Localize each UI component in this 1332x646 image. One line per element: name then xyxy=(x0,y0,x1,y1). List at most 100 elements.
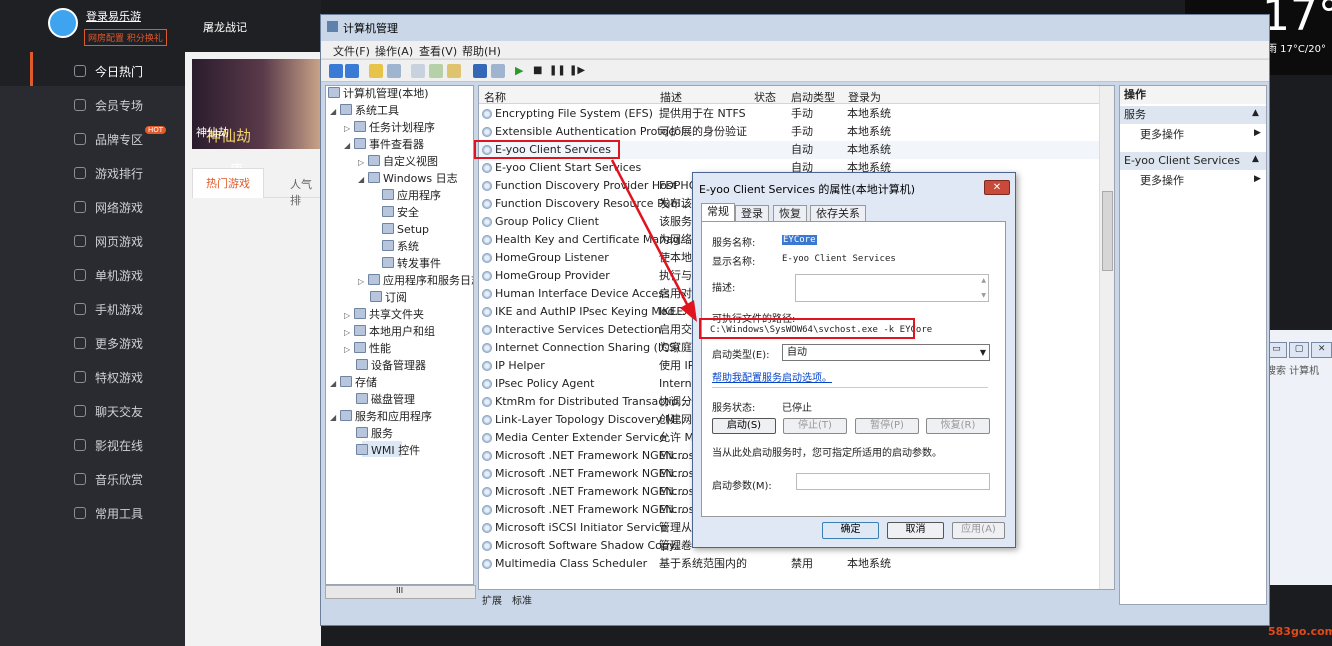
actions-group-eyoo[interactable]: E-yoo Client Services xyxy=(1120,152,1266,170)
tree-item-app-service-logs[interactable]: ▷ 应用程序和服务日志 xyxy=(358,273,473,290)
menu-view[interactable]: 查看(V) xyxy=(419,43,457,59)
tree-item-setup-log[interactable]: Setup xyxy=(382,222,429,238)
collapse-icon[interactable]: ◢ xyxy=(330,376,340,392)
nav-item-mobile-games[interactable]: 手机游戏 xyxy=(0,290,185,324)
help-icon[interactable] xyxy=(473,64,487,78)
back-icon[interactable] xyxy=(329,64,343,78)
pause-button[interactable]: 暂停(P) xyxy=(855,418,919,434)
start-params-input[interactable] xyxy=(796,473,990,490)
collapse-icon[interactable]: ◢ xyxy=(358,172,368,188)
tab-hot-games[interactable]: 热门游戏 xyxy=(192,168,264,198)
help-config-link[interactable]: 帮助我配置服务启动选项。 xyxy=(712,369,832,384)
dialog-close-button[interactable]: ✕ xyxy=(984,180,1010,195)
bg-search-field[interactable]: 搜索 计算机 xyxy=(1266,362,1319,377)
ok-button[interactable]: 确定 xyxy=(822,522,879,539)
tree-item-security-log[interactable]: 安全 xyxy=(382,205,419,221)
close-icon[interactable]: ✕ xyxy=(1311,342,1332,358)
nav-item-web-games[interactable]: 网页游戏 xyxy=(0,222,185,256)
view-icon[interactable] xyxy=(491,64,505,78)
nav-item-member[interactable]: 会员专场 xyxy=(0,86,185,120)
menu-action[interactable]: 操作(A) xyxy=(375,43,413,59)
more-actions-services[interactable]: 更多操作 xyxy=(1140,126,1260,144)
stop-button[interactable]: 停止(T) xyxy=(783,418,847,434)
collapse-icon[interactable]: ◢ xyxy=(330,410,340,426)
more-actions-eyoo[interactable]: 更多操作 xyxy=(1140,172,1260,190)
table-row[interactable]: Extensible Authentication Protocol 可扩展的身份… xyxy=(479,123,1099,141)
stop-icon[interactable]: ■ xyxy=(533,64,547,78)
promo-badge[interactable]: 网房配置 积分换礼 xyxy=(84,29,167,46)
description-box[interactable]: ▲ ▼ xyxy=(795,274,989,302)
tab-popular[interactable]: 人气排 xyxy=(290,176,321,208)
col-logon[interactable]: 登录为 xyxy=(848,89,881,105)
actions-group-services[interactable]: 服务 xyxy=(1120,106,1266,124)
collapse-icon[interactable]: ◢ xyxy=(344,138,354,154)
tab-recovery[interactable]: 恢复 xyxy=(773,205,807,222)
login-link[interactable]: 登录易乐游 xyxy=(86,8,141,24)
expand-icon[interactable]: ▷ xyxy=(344,325,354,341)
tree-item-services[interactable]: 服务 xyxy=(356,426,393,442)
tree-item-system-log[interactable]: 系统 xyxy=(382,239,419,255)
list-vertical-scrollbar[interactable] xyxy=(1099,86,1114,589)
current-tab-title[interactable]: 屠龙战记 xyxy=(203,19,247,35)
col-name[interactable]: 名称 xyxy=(484,89,506,105)
scroll-down-icon[interactable]: ▼ xyxy=(981,292,986,299)
collapse-up-icon[interactable]: ▲ xyxy=(1252,154,1259,164)
tree-item-performance[interactable]: ▷ 性能 xyxy=(344,341,391,357)
nav-item-chat[interactable]: 聊天交友 xyxy=(0,392,185,426)
avatar[interactable] xyxy=(48,8,78,38)
tree-item-windows-logs[interactable]: ◢ Windows 日志 xyxy=(358,171,458,187)
properties-icon[interactable] xyxy=(411,64,425,78)
display-name-value[interactable]: E-yoo Client Services xyxy=(782,254,896,264)
up-folder-icon[interactable] xyxy=(369,64,383,78)
expand-icon[interactable]: ▷ xyxy=(344,342,354,358)
nav-item-video[interactable]: 影视在线 xyxy=(0,426,185,460)
tree-item-wmi[interactable]: WMI 控件 xyxy=(356,443,420,459)
table-row[interactable]: Encrypting File System (EFS) 提供用于在 NTFS .… xyxy=(479,105,1099,123)
tree-horizontal-scrollbar[interactable]: III xyxy=(325,585,476,599)
pause-icon[interactable]: ❚❚ xyxy=(549,64,566,78)
tree-item-services-apps[interactable]: ◢ 服务和应用程序 xyxy=(330,409,432,425)
tree-item-subscriptions[interactable]: 订阅 xyxy=(370,290,407,306)
menu-file[interactable]: 文件(F) xyxy=(333,43,370,59)
play-icon[interactable]: ▶ xyxy=(515,64,529,78)
nav-item-single-games[interactable]: 单机游戏 xyxy=(0,256,185,290)
tab-extended[interactable]: 扩展 xyxy=(482,592,502,607)
tree-item-forwarded-events[interactable]: 转发事件 xyxy=(382,256,441,272)
tree-item-storage[interactable]: ◢ 存储 xyxy=(330,375,377,391)
col-desc[interactable]: 描述 xyxy=(660,89,682,105)
forward-icon[interactable] xyxy=(345,64,359,78)
tree-item-device-manager[interactable]: 设备管理器 xyxy=(356,358,426,374)
nav-item-online-games[interactable]: 网络游戏 xyxy=(0,188,185,222)
collapse-up-icon[interactable]: ▲ xyxy=(1252,108,1259,118)
tree-item-event-viewer[interactable]: ◢ 事件查看器 xyxy=(344,137,424,153)
nav-item-tools[interactable]: 常用工具 xyxy=(0,494,185,528)
menu-help[interactable]: 帮助(H) xyxy=(462,43,501,59)
tab-logon[interactable]: 登录 xyxy=(735,205,769,222)
show-tree-icon[interactable] xyxy=(387,64,401,78)
tree-item-task-scheduler[interactable]: ▷ 任务计划程序 xyxy=(344,120,435,136)
cancel-button[interactable]: 取消 xyxy=(887,522,944,539)
tree-item-disk-management[interactable]: 磁盘管理 xyxy=(356,392,415,408)
maximize-icon[interactable]: ▢ xyxy=(1288,342,1310,358)
tree-item-local-users[interactable]: ▷ 本地用户和组 xyxy=(344,324,435,340)
expand-icon[interactable]: ▷ xyxy=(344,308,354,324)
start-button[interactable]: 启动(S) xyxy=(712,418,776,434)
tree-item-shared-folders[interactable]: ▷ 共享文件夹 xyxy=(344,307,424,323)
apply-button[interactable]: 应用(A) xyxy=(952,522,1005,539)
tree-item-system-tools[interactable]: ◢ 系统工具 xyxy=(330,103,399,119)
nav-item-brand[interactable]: 品牌专区 HOT xyxy=(0,120,185,154)
startup-type-select[interactable]: 自动 ▼ xyxy=(782,344,990,361)
nav-item-privilege-games[interactable]: 特权游戏 xyxy=(0,358,185,392)
scroll-up-icon[interactable]: ▲ xyxy=(981,277,986,284)
tree-item-app-log[interactable]: 应用程序 xyxy=(382,188,441,204)
tab-general[interactable]: 常规 xyxy=(701,203,735,222)
expand-icon[interactable]: ▷ xyxy=(344,121,354,137)
col-status[interactable]: 状态 xyxy=(754,89,776,105)
service-name-value[interactable]: EYCore xyxy=(782,235,817,245)
refresh-icon[interactable] xyxy=(429,64,443,78)
expand-icon[interactable]: ▷ xyxy=(358,274,368,290)
tab-dependencies[interactable]: 依存关系 xyxy=(810,205,866,222)
scroll-thumb[interactable] xyxy=(1102,191,1113,271)
tree-item-custom-views[interactable]: ▷ 自定义视图 xyxy=(358,154,438,170)
nav-item-more-games[interactable]: 更多游戏 xyxy=(0,324,185,358)
